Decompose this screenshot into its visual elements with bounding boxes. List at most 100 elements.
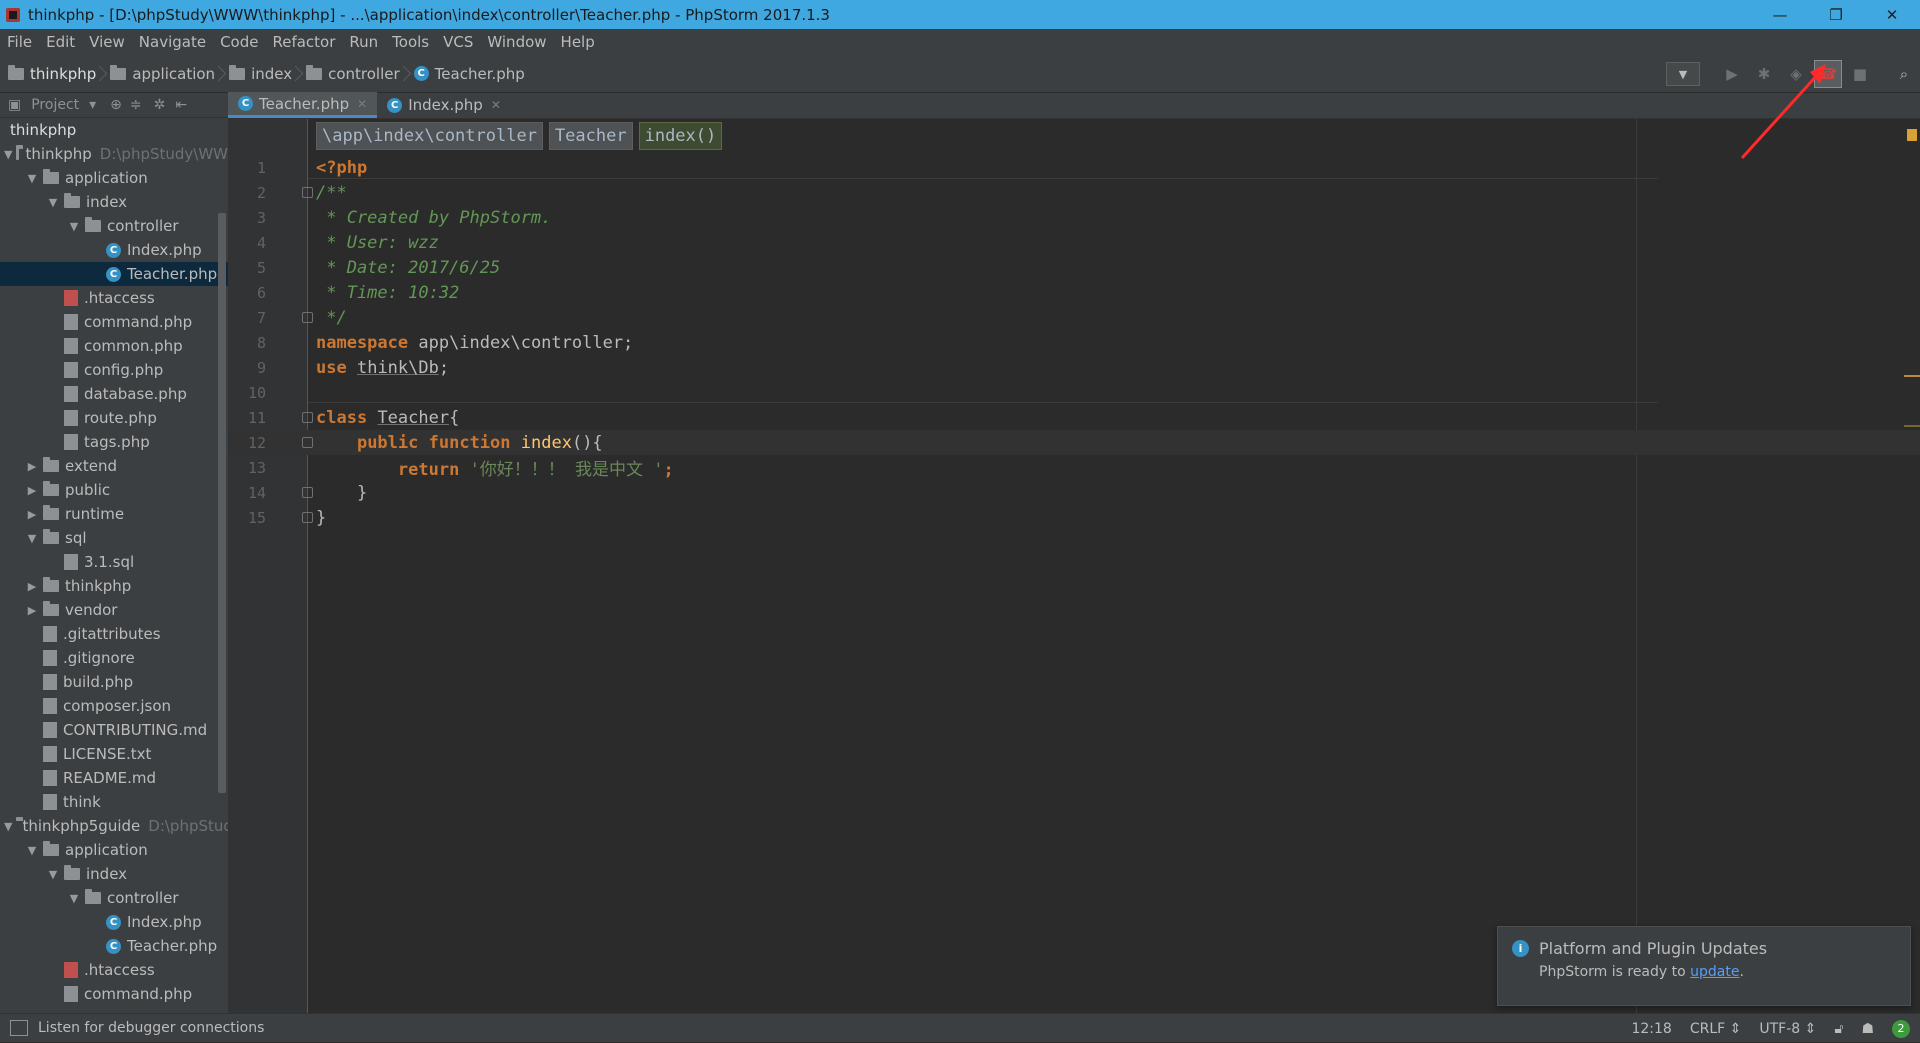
tree-item[interactable]: ▶ extend [0,454,228,478]
breadcrumb-item[interactable]: index [221,64,298,83]
editor-tab[interactable]: C Teacher.php ✕ [228,92,378,118]
menu-item-run[interactable]: Run [342,33,385,51]
tree-item[interactable]: command.php [0,982,228,1006]
tree-item[interactable]: ▼ thinkphp5guide D:\phpStud [0,814,228,838]
editor-tab[interactable]: C Index.php ✕ [377,92,511,118]
code-line[interactable]: 4 * User: wzz [228,230,1920,255]
code-line[interactable]: 6 * Time: 10:32 [228,280,1920,305]
chevron-down-icon[interactable]: ▼ [67,220,81,233]
chevron-down-icon[interactable]: ▼ [46,868,60,881]
tree-item[interactable]: ▼ sql [0,526,228,550]
breadcrumb-item[interactable]: thinkphp [0,64,102,83]
update-link[interactable]: update [1690,964,1739,980]
fold-marker-icon[interactable] [302,187,313,198]
code-line[interactable]: 9 use think\Db; [228,355,1920,380]
tree-item[interactable]: route.php [0,406,228,430]
tree-item[interactable]: ▼ thinkphp D:\phpStudy\WW [0,142,228,166]
line-separator[interactable]: CRLF ⇕ [1690,1021,1742,1037]
chevron-right-icon[interactable]: ▶ [25,580,39,593]
event-log-badge[interactable]: 2 [1892,1019,1910,1038]
tree-item[interactable]: ▼ application [0,166,228,190]
debug-icon[interactable]: ✱ [1750,60,1778,88]
breadcrumb-item[interactable]: controller [298,64,406,83]
tree-item[interactable]: C Teacher.php [0,934,228,958]
code-line[interactable]: 10 [228,380,1920,405]
tree-item[interactable]: CONTRIBUTING.md [0,718,228,742]
code-line[interactable]: 8 namespace app\index\controller; [228,330,1920,355]
run-icon[interactable]: ▶ [1718,60,1746,88]
chevron-down-icon[interactable]: ▼ [67,892,81,905]
menu-item-tools[interactable]: Tools [385,33,436,51]
tree-item[interactable]: .htaccess [0,958,228,982]
tree-item[interactable]: 3.1.sql [0,550,228,574]
menu-item-window[interactable]: Window [480,33,553,51]
tree-item[interactable]: LICENSE.txt [0,742,228,766]
fold-marker-icon[interactable] [302,437,313,448]
tool-windows-icon[interactable] [10,1020,28,1036]
restore-button[interactable]: ❐ [1808,0,1864,29]
menu-item-code[interactable]: Code [213,33,265,51]
coverage-icon[interactable]: ◈ [1782,60,1810,88]
tree-item[interactable]: .htaccess [0,286,228,310]
code-line[interactable]: 15} [228,505,1920,530]
tree-item[interactable]: tags.php [0,430,228,454]
tree-item[interactable]: ▶ runtime [0,502,228,526]
inspection-status-icon[interactable] [1907,129,1917,141]
tree-item[interactable]: think [0,790,228,814]
close-button[interactable]: ✕ [1864,0,1920,29]
chevron-down-icon[interactable]: ▼ [46,196,60,209]
tree-item[interactable]: C Teacher.php [0,262,228,286]
tree-item[interactable]: config.php [0,358,228,382]
code-breadcrumb-item[interactable]: Teacher [548,122,633,150]
menu-item-refactor[interactable]: Refactor [265,33,342,51]
chevron-right-icon[interactable]: ▶ [25,604,39,617]
tree-item[interactable]: C Index.php [0,910,228,934]
close-tab-icon[interactable]: ✕ [357,97,367,111]
tree-item[interactable]: build.php [0,670,228,694]
file-encoding[interactable]: UTF-8 ⇕ [1759,1021,1816,1037]
chevron-down-icon[interactable]: ▾ [89,97,96,113]
fold-marker-icon[interactable] [302,512,313,523]
listen-debugger-icon[interactable]: ☎ [1814,60,1842,88]
code-line[interactable]: 12 public function index(){ [228,430,1920,455]
breadcrumb-item[interactable]: application [102,64,221,83]
gear-icon[interactable]: ✲ [154,97,166,113]
project-scrollbar[interactable] [218,213,226,793]
chevron-right-icon[interactable]: ▶ [25,484,39,497]
chevron-down-icon[interactable]: ▼ [25,532,39,545]
tree-item[interactable]: thinkphp [0,118,228,142]
hide-icon[interactable]: ⇤ [175,97,187,113]
menu-item-edit[interactable]: Edit [39,33,82,51]
collapse-icon[interactable]: ≑ [130,97,142,113]
code-line[interactable]: 13 return '你好！！！ 我是中文 '; [228,455,1920,481]
tree-item[interactable]: ▼ controller [0,886,228,910]
run-config-dropdown[interactable]: ▼ [1666,62,1700,86]
code-breadcrumb-item[interactable]: index() [638,122,723,150]
code-line[interactable]: 14 } [228,480,1920,505]
code-editor[interactable]: \app\index\controller Teacher index() 1 <?p… [228,119,1920,1013]
tree-item[interactable]: ▼ index [0,862,228,886]
fold-marker-icon[interactable] [302,312,313,323]
inspector-icon[interactable]: ☗ [1861,1021,1874,1037]
fold-marker-icon[interactable] [302,487,313,498]
code-line[interactable]: 1 <?php [228,155,1920,180]
tree-item[interactable]: ▼ index [0,190,228,214]
menu-item-file[interactable]: File [0,33,39,51]
code-line[interactable]: 2 /** [228,180,1920,205]
menu-item-navigate[interactable]: Navigate [132,33,213,51]
close-tab-icon[interactable]: ✕ [491,98,501,112]
chevron-down-icon[interactable]: ▼ [4,148,12,161]
menu-item-vcs[interactable]: VCS [436,33,480,51]
search-icon[interactable]: ⌕ [1890,60,1918,88]
tree-item[interactable]: .gitattributes [0,622,228,646]
minimize-button[interactable]: — [1752,0,1808,29]
code-line[interactable]: 7 */ [228,305,1920,330]
chevron-down-icon[interactable]: ▼ [25,844,39,857]
code-line[interactable]: 3 * Created by PhpStorm. [228,205,1920,230]
code-line[interactable]: 5 * Date: 2017/6/25 [228,255,1920,280]
tree-item[interactable]: command.php [0,310,228,334]
update-notification[interactable]: i Platform and Plugin Updates PhpStorm i… [1497,926,1911,1006]
chevron-right-icon[interactable]: ▶ [25,508,39,521]
code-breadcrumb-item[interactable]: \app\index\controller [316,122,543,150]
breadcrumb-item[interactable]: C Teacher.php [406,65,531,83]
